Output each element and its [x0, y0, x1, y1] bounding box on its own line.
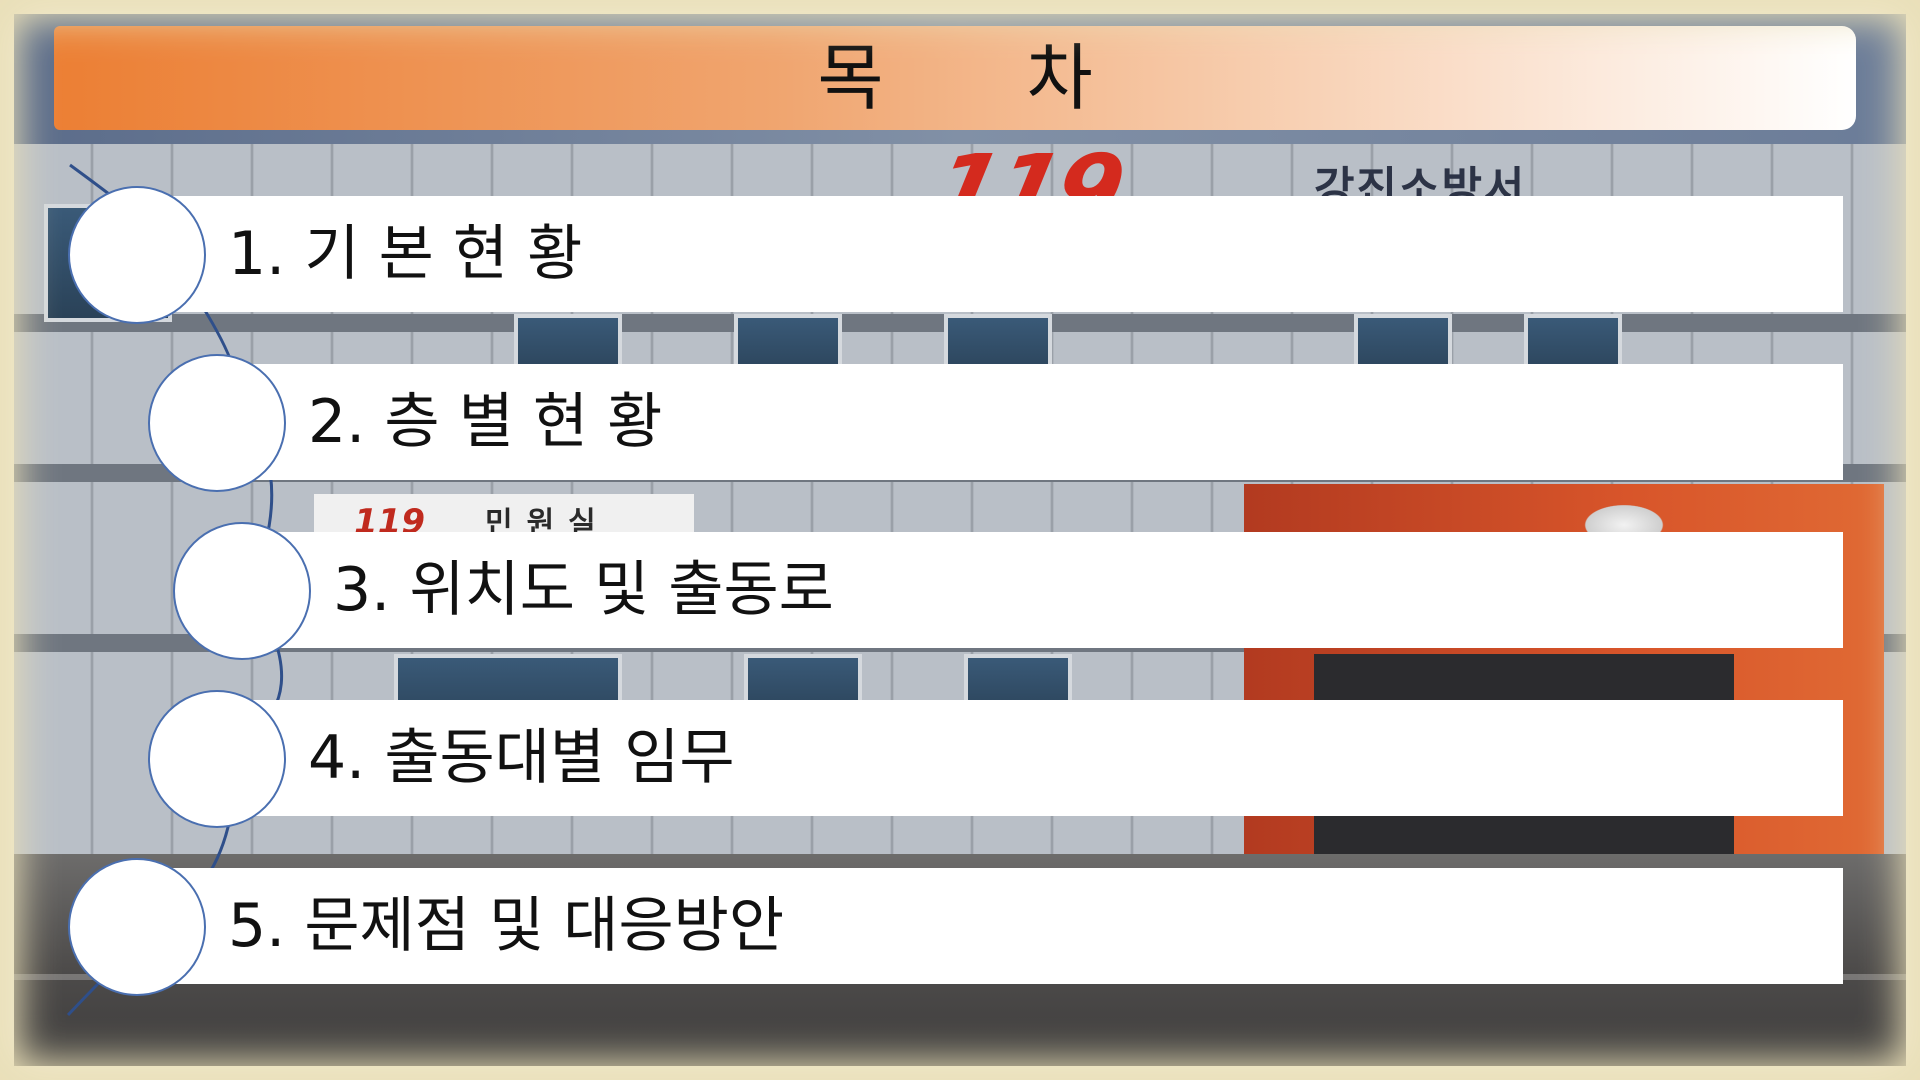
slide-title: 목 차 [817, 36, 1153, 120]
toc-item-1-label: 1. 기 본 현 황 [228, 219, 583, 289]
title-bar: 목 차 [54, 26, 1856, 130]
toc-item-5[interactable]: 5. 문제점 및 대응방안 [140, 868, 1843, 984]
toc-item-3-label: 3. 위치도 및 출동로 [333, 555, 834, 625]
toc-item-4-bullet [148, 690, 286, 828]
toc-item-4[interactable]: 4. 출동대별 임무 [220, 700, 1843, 816]
toc-item-1-bullet [68, 186, 206, 324]
toc-item-2[interactable]: 2. 층 별 현 황 [220, 364, 1843, 480]
toc-item-1[interactable]: 1. 기 본 현 황 [140, 196, 1843, 312]
toc-item-3[interactable]: 3. 위치도 및 출동로 [245, 532, 1843, 648]
toc-item-5-label: 5. 문제점 및 대응방안 [228, 891, 785, 961]
toc-item-4-label: 4. 출동대별 임무 [308, 723, 735, 793]
toc-item-2-bullet [148, 354, 286, 492]
toc-item-3-bullet [173, 522, 311, 660]
toc-item-2-label: 2. 층 별 현 황 [308, 387, 663, 457]
toc-item-5-bullet [68, 858, 206, 996]
